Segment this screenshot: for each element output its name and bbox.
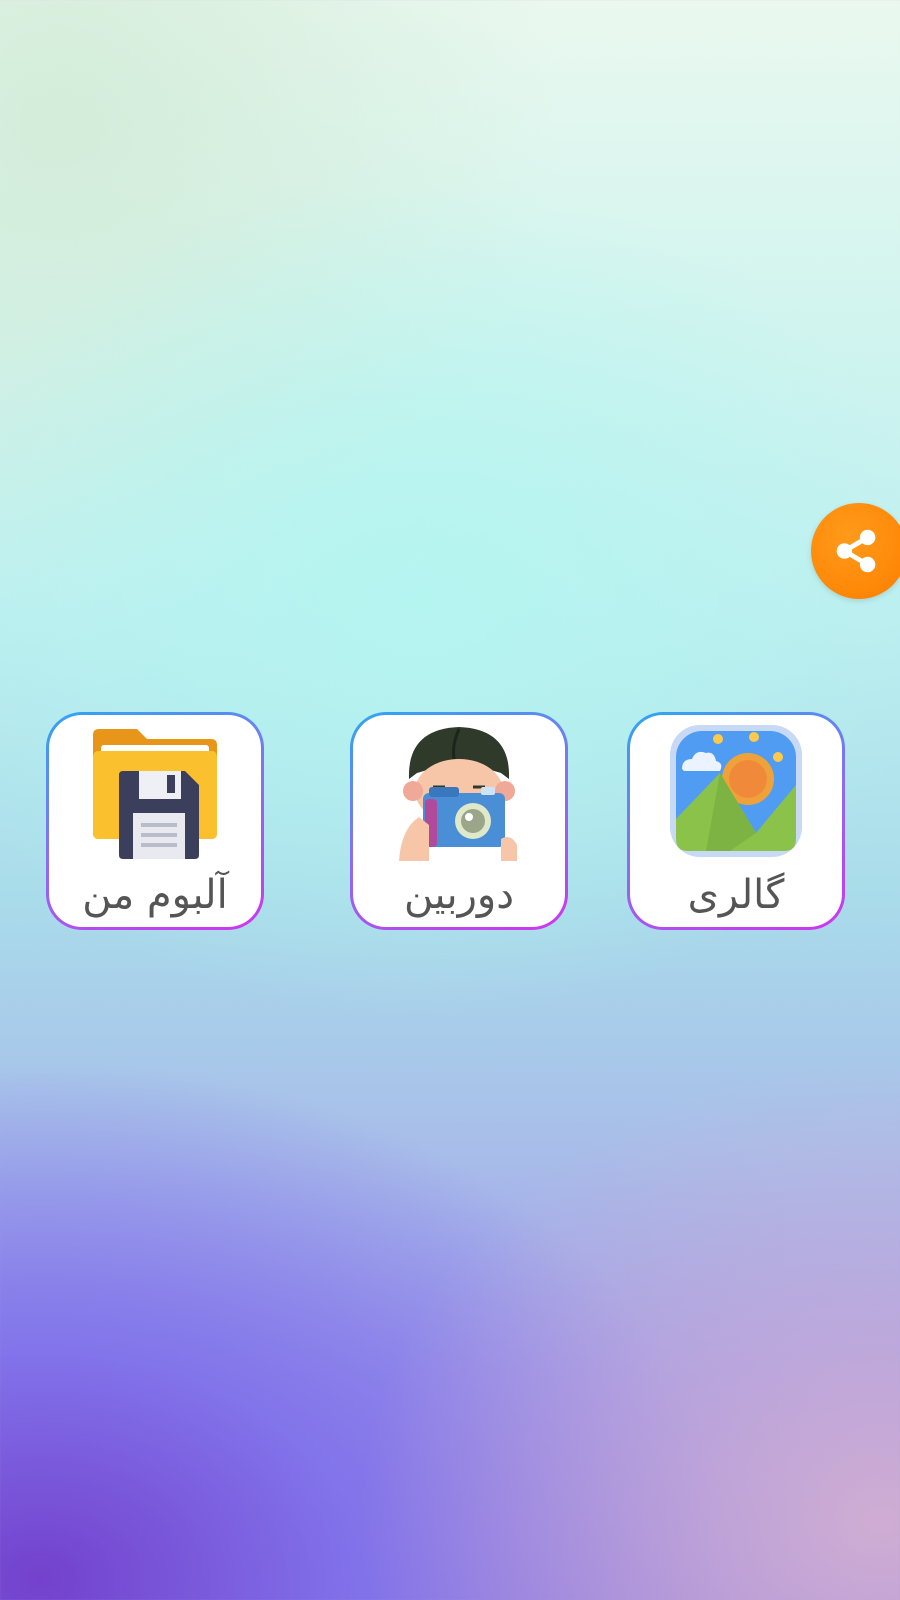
share-icon — [836, 529, 876, 573]
gallery-landscape-icon — [666, 721, 806, 861]
tile-label-gallery: گالری — [687, 872, 785, 918]
tile-label-album: آلبوم من — [82, 872, 228, 918]
tile-label-camera: دوربین — [403, 872, 515, 918]
share-button[interactable] — [811, 503, 900, 599]
folder-floppy-icon — [85, 721, 225, 861]
gallery-button[interactable]: گالری — [627, 712, 845, 930]
my-album-button[interactable]: آلبوم من — [46, 712, 264, 930]
photographer-camera-icon — [389, 721, 529, 861]
camera-button[interactable]: دوربین — [350, 712, 568, 930]
